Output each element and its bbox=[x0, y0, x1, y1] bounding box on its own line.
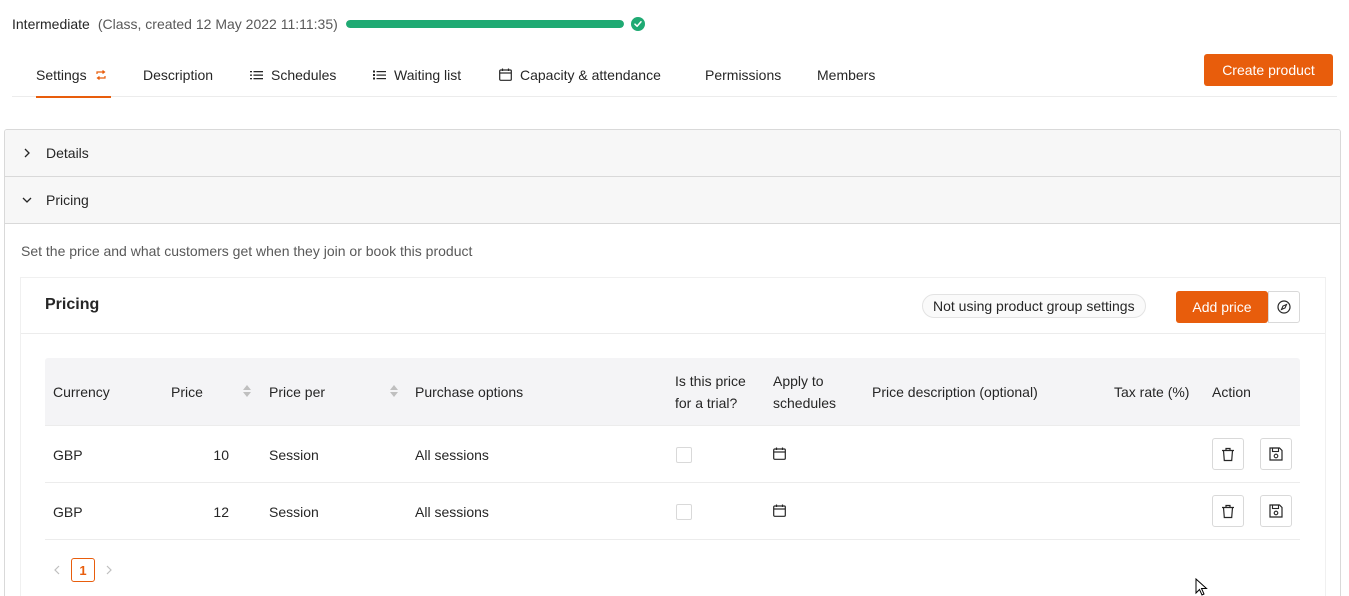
price-per-sort-icon[interactable] bbox=[390, 385, 398, 397]
tab-description-label: Description bbox=[143, 66, 214, 83]
tab-settings-label: Settings bbox=[36, 66, 87, 83]
table-row: GBP 10 Session All sessions bbox=[45, 426, 1300, 483]
trial-cell bbox=[676, 483, 692, 540]
page-1-button[interactable]: 1 bbox=[71, 558, 95, 582]
delete-price-button[interactable] bbox=[1212, 438, 1244, 470]
details-panel-header[interactable]: Details bbox=[5, 130, 1340, 177]
header-trial-line2: for a trial? bbox=[675, 395, 738, 411]
header-apply-line1: Apply to bbox=[773, 373, 824, 389]
chevron-left-icon bbox=[54, 565, 60, 575]
cell-purchase-options: All sessions bbox=[415, 446, 489, 463]
pricing-card: Pricing Not using product group settings… bbox=[21, 278, 1325, 596]
pricing-card-title: Pricing bbox=[45, 296, 100, 313]
header-action: Action bbox=[1212, 384, 1251, 400]
table-header: Currency Price Price per Purchase option… bbox=[45, 358, 1300, 426]
calendar-icon bbox=[499, 68, 512, 81]
tab-schedules-label: Schedules bbox=[271, 66, 337, 83]
cell-price: 12 bbox=[213, 503, 229, 520]
tab-description[interactable]: Description bbox=[143, 52, 213, 97]
pricing-table: Currency Price Price per Purchase option… bbox=[45, 358, 1300, 540]
setup-progress-fill bbox=[345, 20, 624, 28]
tab-permissions[interactable]: Permissions bbox=[705, 52, 781, 97]
apply-schedules-cell bbox=[773, 426, 786, 483]
header-currency: Currency bbox=[53, 384, 110, 400]
header-price-per[interactable]: Price per bbox=[269, 358, 325, 426]
tab-settings[interactable]: Settings bbox=[36, 52, 111, 98]
tab-members[interactable]: Members bbox=[817, 52, 875, 97]
next-page-button[interactable] bbox=[97, 558, 121, 582]
product-header: Intermediate (Class, created 12 May 2022… bbox=[12, 14, 645, 34]
apply-schedules-cell bbox=[773, 483, 786, 540]
header-trial-line1: Is this price bbox=[675, 373, 746, 389]
header-tax-rate: Tax rate (%) bbox=[1114, 384, 1190, 400]
cell-price-per: Session bbox=[269, 503, 319, 520]
chevron-right-icon bbox=[22, 148, 34, 158]
calendar-icon[interactable] bbox=[773, 504, 786, 520]
tab-schedules[interactable]: Schedules bbox=[250, 52, 336, 97]
compass-icon bbox=[1277, 300, 1291, 314]
tab-capacity-attendance[interactable]: Capacity & attendance bbox=[499, 52, 661, 97]
settings-collapse: Details Pricing Set the price and what c… bbox=[4, 129, 1341, 596]
tab-permissions-label: Permissions bbox=[705, 66, 782, 83]
header-price[interactable]: Price bbox=[171, 358, 203, 426]
chevron-right-icon bbox=[106, 565, 112, 575]
check-circle-icon bbox=[630, 17, 645, 31]
compass-button[interactable] bbox=[1268, 291, 1300, 323]
calendar-icon[interactable] bbox=[773, 447, 786, 463]
mouse-cursor-icon bbox=[1195, 577, 1208, 596]
save-price-button[interactable] bbox=[1260, 495, 1292, 527]
trial-checkbox[interactable] bbox=[676, 503, 692, 520]
trial-cell bbox=[676, 426, 692, 483]
tab-waiting-list[interactable]: Waiting list bbox=[373, 52, 461, 97]
product-tabs: Settings Description Schedules Waiting l… bbox=[12, 52, 1337, 98]
price-sort-icon[interactable] bbox=[243, 385, 251, 397]
tab-capacity-attendance-label: Capacity & attendance bbox=[520, 66, 661, 83]
chevron-down-icon bbox=[22, 195, 34, 205]
add-price-button[interactable]: Add price bbox=[1176, 291, 1268, 323]
pricing-card-header: Pricing Not using product group settings… bbox=[21, 278, 1325, 334]
prev-page-button[interactable] bbox=[45, 558, 69, 582]
sync-icon bbox=[95, 69, 107, 81]
tab-waiting-list-label: Waiting list bbox=[394, 66, 462, 83]
tab-members-label: Members bbox=[817, 66, 876, 83]
header-apply-line2: schedules bbox=[773, 395, 837, 411]
cell-price: 10 bbox=[213, 446, 229, 463]
cell-price-per: Session bbox=[269, 446, 319, 463]
header-purchase-options: Purchase options bbox=[415, 384, 524, 400]
create-product-button[interactable]: Create product bbox=[1204, 54, 1333, 86]
cell-currency: GBP bbox=[53, 503, 83, 520]
save-price-button[interactable] bbox=[1260, 438, 1292, 470]
trial-checkbox[interactable] bbox=[676, 446, 692, 463]
save-icon bbox=[1269, 504, 1283, 518]
setup-progress-bar bbox=[345, 20, 624, 28]
pricing-panel-header[interactable]: Pricing bbox=[5, 177, 1340, 224]
trash-icon bbox=[1222, 447, 1234, 461]
details-panel-label: Details bbox=[46, 145, 89, 161]
trash-icon bbox=[1222, 504, 1234, 518]
save-icon bbox=[1269, 447, 1283, 461]
pricing-panel-label: Pricing bbox=[46, 192, 89, 208]
cell-purchase-options: All sessions bbox=[415, 503, 489, 520]
delete-price-button[interactable] bbox=[1212, 495, 1244, 527]
product-group-settings-badge: Not using product group settings bbox=[922, 294, 1146, 318]
cell-currency: GBP bbox=[53, 446, 83, 463]
header-apply-to-schedules: Apply to schedules bbox=[773, 358, 836, 426]
active-tab-indicator bbox=[36, 96, 111, 98]
list-icon bbox=[250, 69, 263, 81]
table-row: GBP 12 Session All sessions bbox=[45, 483, 1300, 540]
header-price-description: Price description (optional) bbox=[872, 384, 1038, 400]
header-trial: Is this price for a trial? bbox=[675, 358, 746, 426]
pagination: 1 bbox=[45, 558, 121, 582]
ordered-list-icon bbox=[373, 69, 386, 81]
pricing-panel-description: Set the price and what customers get whe… bbox=[21, 243, 473, 259]
product-meta: (Class, created 12 May 2022 11:11:35) bbox=[97, 16, 338, 32]
product-name: Intermediate bbox=[12, 16, 90, 32]
